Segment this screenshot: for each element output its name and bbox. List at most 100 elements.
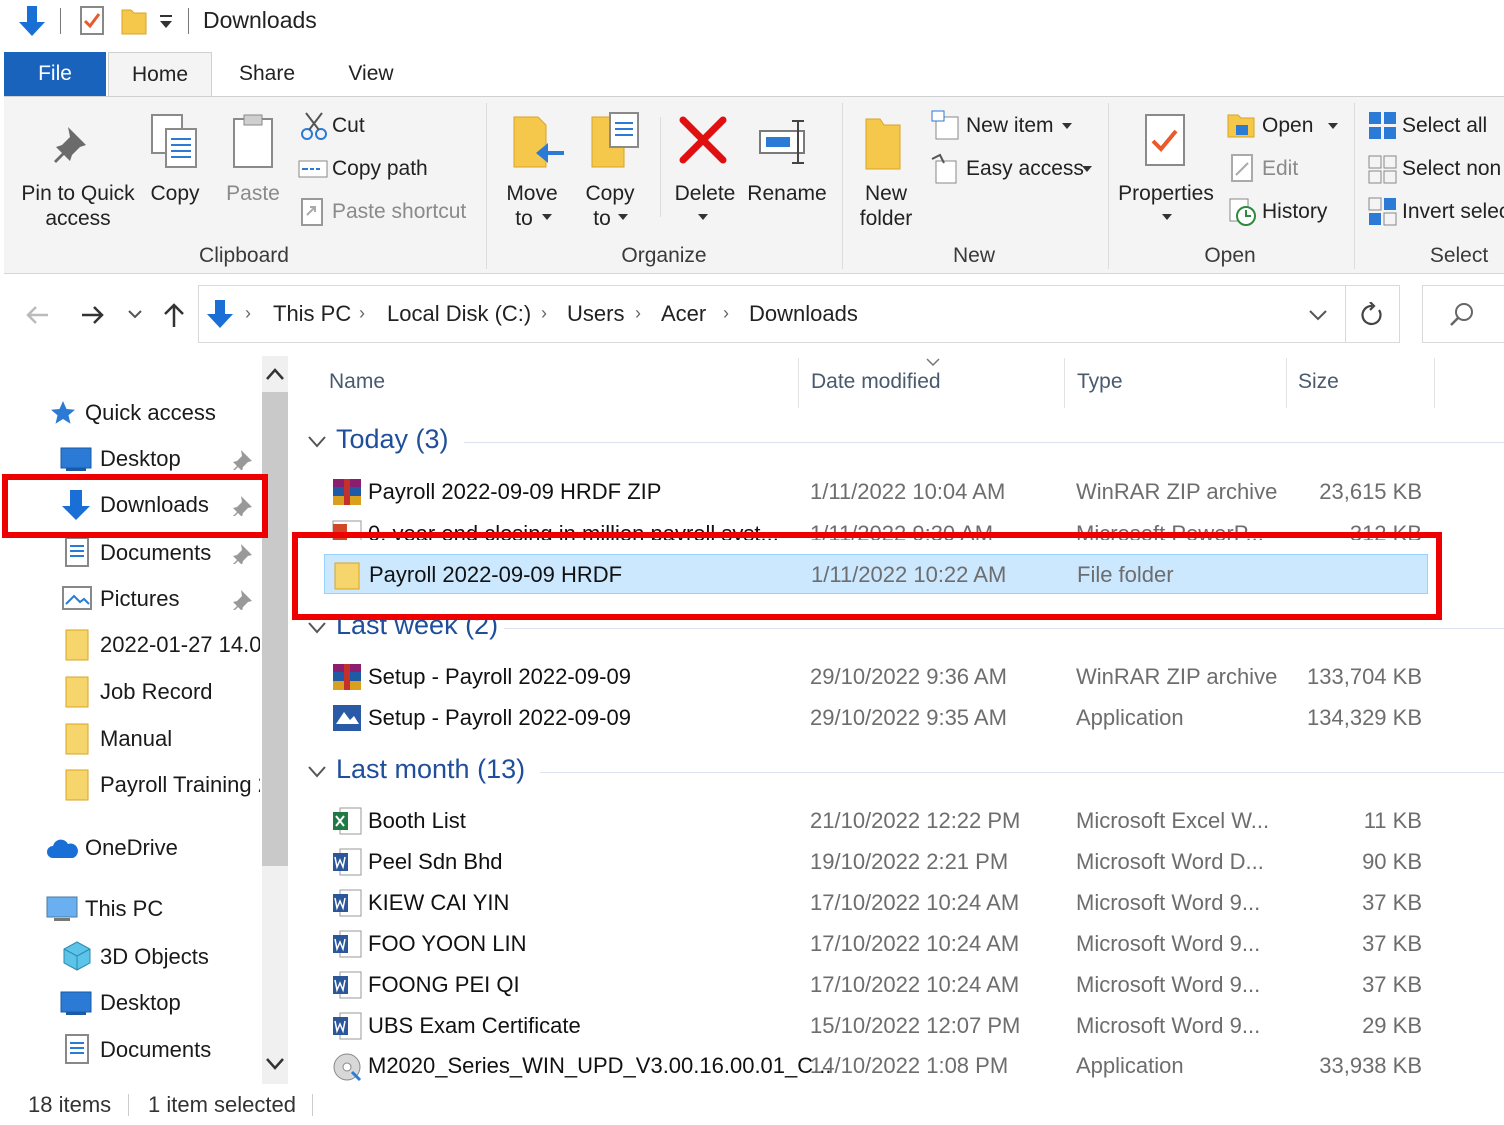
nav-folder[interactable]: Job Record [0,671,260,711]
nav-documents-label: Documents [100,540,212,565]
column-divider[interactable] [1286,358,1287,408]
scroll-down-icon[interactable] [266,1058,284,1070]
file-row[interactable]: FOONG PEI QI 17/10/2022 10:24 AM Microso… [324,965,1428,1005]
winrar-icon [333,479,361,505]
setup-icon [333,705,361,731]
highlight-box-downloads [2,474,268,538]
status-selection-count: 1 item selected [148,1092,296,1117]
file-row[interactable]: Payroll 2022-09-09 HRDF ZIP 1/11/2022 10… [324,472,1428,512]
file-name: FOO YOON LIN [368,931,527,956]
file-date: 29/10/2022 9:36 AM [810,664,1007,689]
nav-pc-documents[interactable]: Documents [0,1029,260,1069]
recent-locations-icon[interactable] [128,310,142,320]
file-type: Microsoft Word D... [1076,849,1264,874]
refresh-button[interactable] [1346,285,1400,343]
group-divider-line [464,442,1504,443]
easy-access-dropdown-icon [1082,166,1092,172]
delete-x-icon [679,116,727,164]
scroll-up-icon[interactable] [266,368,284,380]
open-folder-icon [1227,114,1255,138]
file-size: 11 KB [1363,808,1422,833]
file-name: KIEW CAI YIN [368,890,510,915]
select-group-label: Select [1429,244,1489,267]
up-arrow-icon[interactable] [162,302,186,328]
properties-dropdown-icon [1162,214,1172,220]
column-header-name[interactable]: Name [329,370,385,394]
tab-share[interactable]: Share [222,52,312,96]
nav-quick-access[interactable]: Quick access [48,392,260,432]
nav-3d-objects[interactable]: 3D Objects [0,936,260,976]
column-divider[interactable] [1434,358,1435,408]
tab-view[interactable]: View [328,52,414,96]
nav-onedrive[interactable]: OneDrive [44,827,260,867]
file-row[interactable]: FOO YOON LIN 17/10/2022 10:24 AM Microso… [324,924,1428,964]
folder-icon [65,629,89,661]
cloud-icon [47,839,78,858]
properties-quick-icon[interactable] [80,6,106,36]
breadcrumb-this-pc[interactable]: This PC [273,301,351,327]
breadcrumb-chevron-icon[interactable]: › [359,303,365,324]
group-collapse-icon[interactable] [308,622,326,634]
new-item-label: New item [966,114,1054,137]
open-dropdown-icon [1328,123,1338,129]
file-type: Microsoft Word 9... [1076,1013,1261,1038]
nav-folder[interactable]: Manual [0,718,260,758]
nav-scrollbar-thumb[interactable] [262,392,288,866]
file-row[interactable]: M2020_Series_WIN_UPD_V3.00.16.00.01_C...… [324,1046,1428,1086]
address-bar[interactable]: › This PC › Local Disk (C:) › Users › Ac… [198,285,1346,343]
nav-documents[interactable]: Documents [0,532,260,572]
nav-desktop[interactable]: Desktop [0,438,260,478]
breadcrumb-chevron-icon[interactable]: › [541,303,547,324]
column-divider[interactable] [1064,358,1065,408]
pin-icon[interactable] [232,448,254,470]
group-header-last-month[interactable]: Last month (13) [336,754,525,785]
file-row[interactable]: Booth List 21/10/2022 12:22 PM Microsoft… [324,801,1428,841]
file-list: Name Date modified Type Size Today (3) P… [300,356,1504,1084]
back-arrow-icon[interactable] [24,304,50,326]
nav-this-pc[interactable]: This PC [44,888,260,928]
search-input[interactable] [1422,285,1504,343]
column-header-type[interactable]: Type [1077,370,1123,394]
breadcrumb-chevron-icon[interactable]: › [245,303,251,324]
breadcrumb-users[interactable]: Users [567,301,624,327]
word-icon [333,889,362,917]
nav-folder[interactable]: Payroll Training 2 [0,764,260,804]
breadcrumb-local-disk[interactable]: Local Disk (C:) [387,301,531,327]
file-size: 37 KB [1362,931,1422,956]
tab-file[interactable]: File [4,52,106,96]
rename-label: Rename [747,182,827,205]
breadcrumb-downloads[interactable]: Downloads [749,301,858,327]
breadcrumb-chevron-icon[interactable]: › [723,303,729,324]
file-row[interactable]: Peel Sdn Bhd 19/10/2022 2:21 PM Microsof… [324,842,1428,882]
file-row[interactable]: Setup - Payroll 2022-09-09 29/10/2022 9:… [324,698,1428,738]
column-divider[interactable] [798,358,799,408]
file-size: 134,329 KB [1307,705,1422,730]
column-header-date-modified[interactable]: Date modified [811,370,941,394]
nav-folder[interactable]: 2022-01-27 14.09 [0,624,260,664]
column-header-size[interactable]: Size [1298,370,1339,394]
group-header-today[interactable]: Today (3) [336,424,449,455]
file-row[interactable]: KIEW CAI YIN 17/10/2022 10:24 AM Microso… [324,883,1428,923]
nav-pc-desktop[interactable]: Desktop [0,982,260,1022]
pin-icon[interactable] [232,542,254,564]
downloads-location-icon [207,300,233,328]
group-collapse-icon[interactable] [308,436,326,448]
new-folder-quick-icon[interactable] [120,6,148,36]
pin-icon[interactable] [232,588,254,610]
breadcrumb-acer[interactable]: Acer [661,301,706,327]
breadcrumb-chevron-icon[interactable]: › [635,303,641,324]
tab-home[interactable]: Home [108,52,212,98]
computer-icon [46,896,78,921]
group-divider-line [540,772,1504,773]
desktop-icon [60,991,92,1015]
group-collapse-icon[interactable] [308,766,326,778]
file-row[interactable]: UBS Exam Certificate 15/10/2022 12:07 PM… [324,1006,1428,1046]
customize-dropdown-icon[interactable] [158,14,176,32]
search-icon [1450,303,1473,326]
nav-folder-label: 2022-01-27 14.09 [100,632,260,657]
file-row[interactable]: Setup - Payroll 2022-09-09 29/10/2022 9:… [324,657,1428,697]
address-dropdown-icon[interactable] [1309,310,1327,322]
nav-pictures[interactable]: Pictures [0,578,260,618]
forward-arrow-icon[interactable] [80,304,106,326]
download-arrow-icon[interactable] [16,4,48,38]
